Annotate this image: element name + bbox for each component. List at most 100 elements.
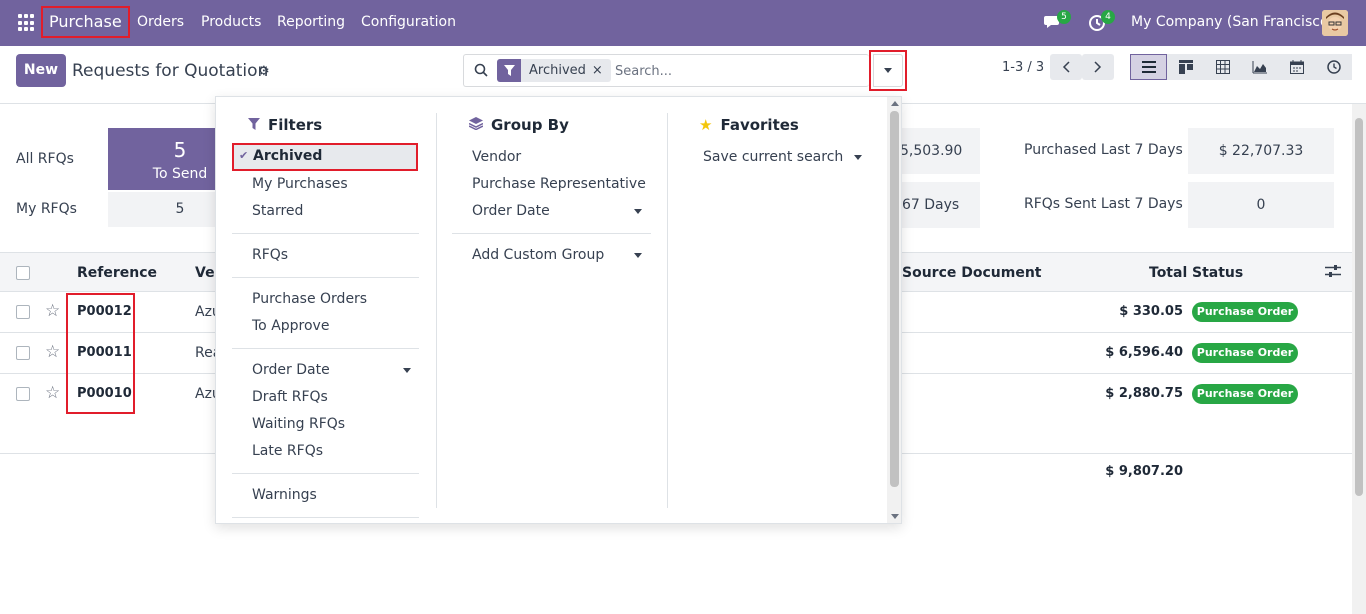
filter-rfqs[interactable]: RFQs: [252, 247, 288, 263]
column-status[interactable]: Status: [1192, 265, 1243, 281]
check-icon: ✔: [239, 149, 249, 162]
row-checkbox[interactable]: [16, 387, 30, 401]
column-divider: [436, 113, 437, 508]
page-scrollbar[interactable]: [1352, 104, 1366, 614]
page-title: Requests for Quotation: [72, 61, 269, 81]
filter-starred[interactable]: Starred: [252, 203, 303, 219]
status-badge: Purchase Order: [1192, 384, 1298, 404]
filter-divider: [232, 473, 419, 474]
search-panel-dropdown: Filters ✔ Archived My Purchases Starred …: [215, 96, 902, 524]
row-total: $ 330.05: [1119, 304, 1183, 319]
column-total[interactable]: Total: [1149, 265, 1187, 281]
graph-view-button[interactable]: [1241, 54, 1278, 80]
filter-purchase-orders[interactable]: Purchase Orders: [252, 291, 367, 307]
favorites-title: Favorites: [720, 116, 799, 134]
group-by-heading: Group By: [468, 116, 569, 134]
clock-icon: [1326, 60, 1341, 74]
menu-configuration[interactable]: Configuration: [361, 14, 456, 30]
new-button[interactable]: New: [16, 54, 66, 87]
menu-products[interactable]: Products: [201, 14, 261, 30]
calendar-view-button[interactable]: [1278, 54, 1315, 80]
caret-down-icon[interactable]: [854, 155, 862, 160]
filter-divider: [232, 277, 419, 278]
filter-archived[interactable]: ✔ Archived: [232, 143, 418, 171]
filter-archived-label: Archived: [253, 148, 323, 164]
menu-reporting[interactable]: Reporting: [277, 14, 345, 30]
filter-late-rfqs[interactable]: Late RFQs: [252, 443, 323, 459]
filter-order-date[interactable]: Order Date: [252, 362, 330, 378]
group-by-order-date[interactable]: Order Date: [472, 203, 550, 219]
all-rfqs-label: All RFQs: [16, 151, 74, 167]
optional-columns-icon[interactable]: [1325, 264, 1341, 278]
group-by-vendor[interactable]: Vendor: [472, 149, 521, 165]
menu-orders[interactable]: Orders: [137, 14, 184, 30]
caret-down-icon[interactable]: [634, 209, 642, 214]
pivot-view-button[interactable]: [1204, 54, 1241, 80]
top-navbar: Purchase Orders Products Reporting Confi…: [0, 0, 1366, 46]
group-by-purchase-representative[interactable]: Purchase Representative: [472, 176, 646, 192]
grand-total: $ 9,807.20: [1105, 464, 1183, 479]
filter-icon: [497, 59, 521, 82]
activity-view-button[interactable]: [1315, 54, 1352, 80]
caret-down-icon[interactable]: [634, 253, 642, 258]
rfqs-sent-last-7-value[interactable]: 0: [1188, 182, 1334, 228]
reference-highlight-box: [66, 293, 135, 414]
column-reference[interactable]: Reference: [77, 265, 157, 281]
pager-next-button[interactable]: [1082, 54, 1114, 80]
search-icon: [474, 63, 488, 77]
filters-title: Filters: [268, 116, 323, 134]
star-icon[interactable]: ☆: [45, 301, 60, 321]
kanban-icon: [1178, 60, 1193, 74]
dropdown-scrollbar[interactable]: [887, 97, 901, 523]
area-chart-icon: [1252, 60, 1267, 73]
gear-icon[interactable]: ⚙: [258, 64, 270, 79]
row-total: $ 2,880.75: [1105, 386, 1183, 401]
filter-to-approve[interactable]: To Approve: [252, 318, 329, 334]
row-checkbox[interactable]: [16, 346, 30, 360]
search-input[interactable]: [615, 61, 855, 81]
rfqs-sent-last-7-label: RFQs Sent Last 7 Days: [1024, 196, 1183, 212]
list-icon: [1141, 61, 1156, 73]
activity-clock-icon[interactable]: 4: [1088, 10, 1115, 32]
filter-my-purchases[interactable]: My Purchases: [252, 176, 348, 192]
filter-warnings[interactable]: Warnings: [252, 487, 317, 503]
facet-remove-icon[interactable]: ×: [592, 63, 611, 78]
column-divider: [667, 113, 668, 508]
add-custom-group-select[interactable]: Add Custom Group: [472, 247, 604, 263]
search-bar: Archived ×: [463, 54, 869, 87]
facet-label: Archived: [529, 63, 586, 78]
star-icon[interactable]: ☆: [45, 342, 60, 362]
user-avatar[interactable]: [1322, 10, 1348, 36]
chat-count-badge: 5: [1057, 10, 1071, 24]
purchased-last-7-label: Purchased Last 7 Days: [1024, 142, 1183, 158]
group-by-title: Group By: [491, 116, 569, 134]
column-source-document[interactable]: Source Document: [902, 265, 1042, 281]
layers-icon: [468, 116, 484, 134]
pager-value[interactable]: 1-3 / 3: [1002, 60, 1044, 75]
select-all-checkbox[interactable]: [16, 266, 30, 280]
star-icon: ★: [699, 116, 713, 134]
row-checkbox[interactable]: [16, 305, 30, 319]
kanban-view-button[interactable]: [1167, 54, 1204, 80]
chat-icon[interactable]: 5: [1044, 10, 1071, 30]
filter-draft-rfqs[interactable]: Draft RFQs: [252, 389, 328, 405]
row-total: $ 6,596.40: [1105, 345, 1183, 360]
filter-waiting-rfqs[interactable]: Waiting RFQs: [252, 416, 345, 432]
app-name[interactable]: Purchase: [41, 6, 130, 38]
caret-down-icon: [884, 68, 892, 73]
star-icon[interactable]: ☆: [45, 383, 60, 403]
list-view-button[interactable]: [1130, 54, 1167, 80]
caret-down-icon[interactable]: [403, 368, 411, 373]
app-grid-icon[interactable]: [18, 14, 36, 32]
my-rfqs-label: My RFQs: [16, 201, 77, 217]
filters-heading: Filters: [248, 116, 322, 134]
search-facet-archived: Archived ×: [497, 59, 611, 82]
pivot-table-icon: [1215, 60, 1230, 74]
filter-divider: [232, 348, 419, 349]
purchased-last-7-value[interactable]: $ 22,707.33: [1188, 128, 1334, 174]
company-switcher[interactable]: My Company (San Francisco): [1131, 14, 1334, 30]
save-current-search[interactable]: Save current search: [703, 149, 843, 165]
pager-previous-button[interactable]: [1050, 54, 1082, 80]
activity-count-badge: 4: [1101, 10, 1115, 24]
search-panel-toggle-button[interactable]: [869, 50, 907, 91]
